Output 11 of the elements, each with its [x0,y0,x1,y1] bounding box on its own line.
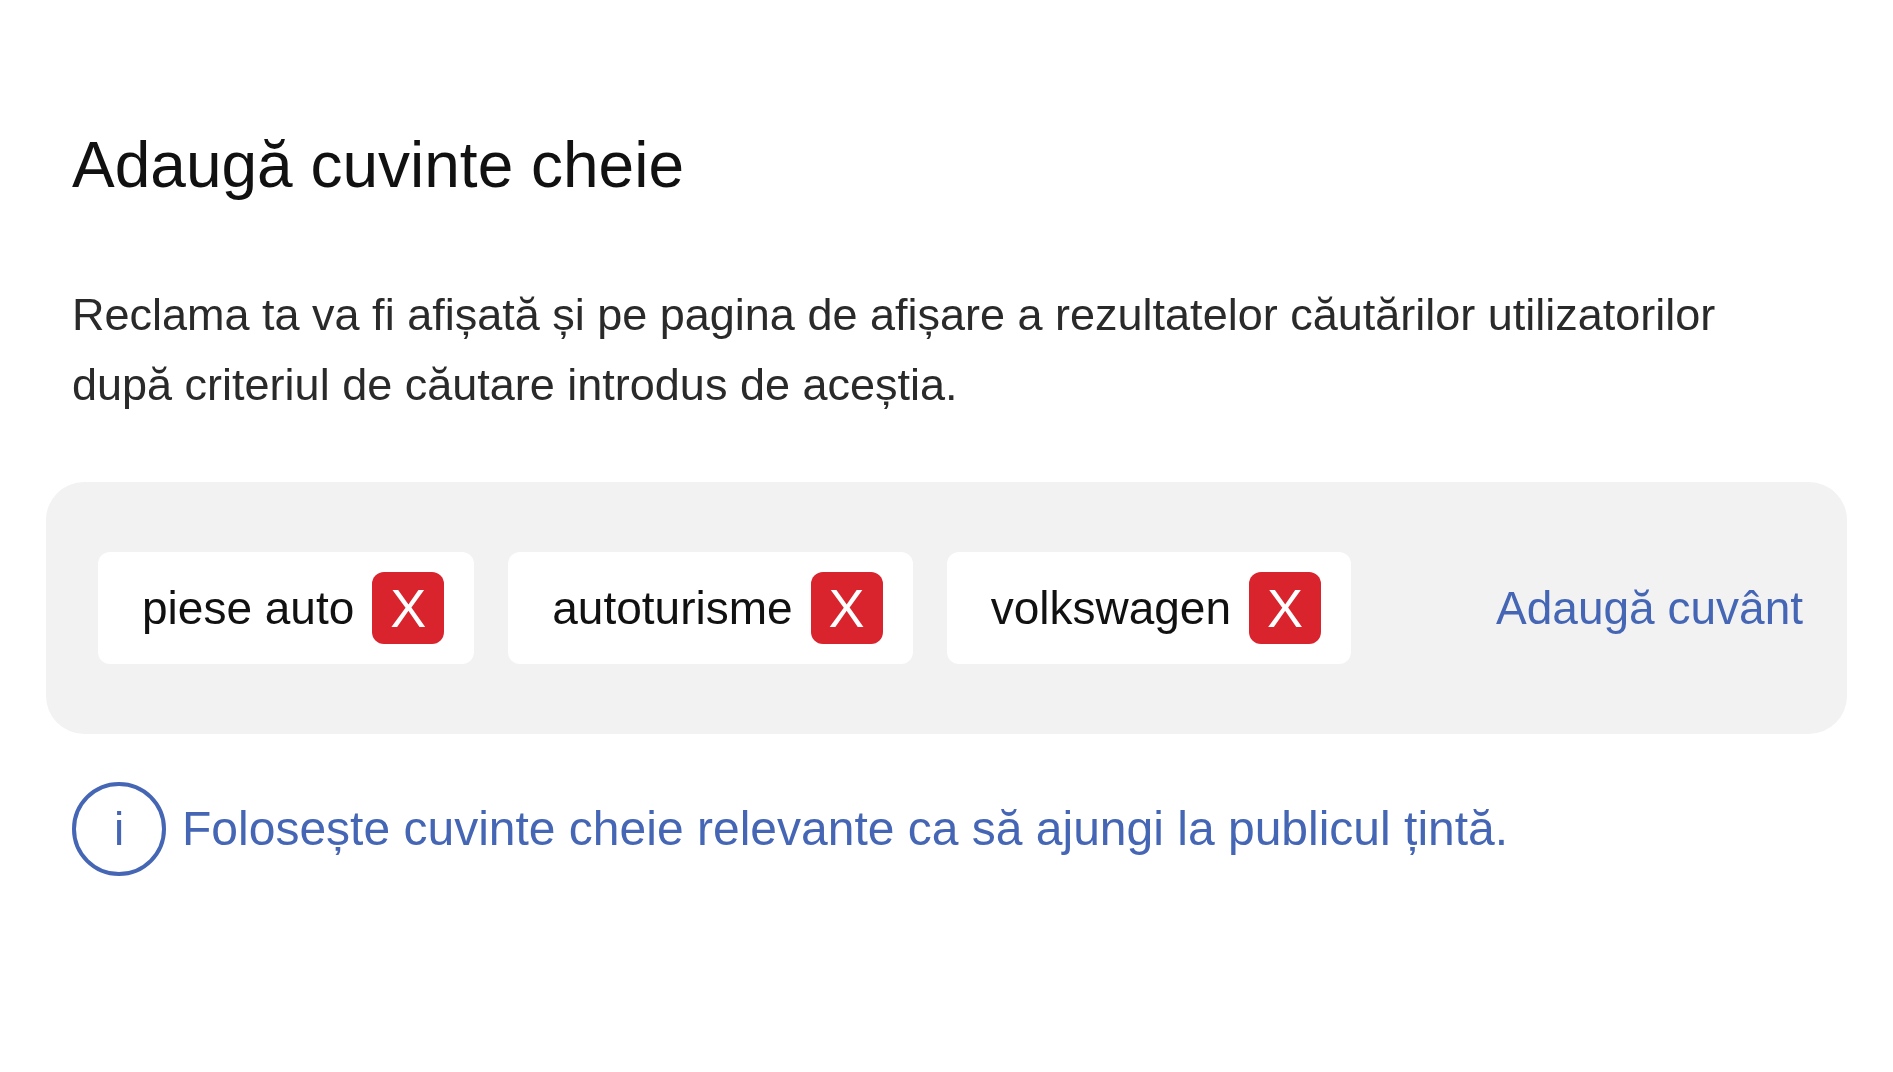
info-icon: i [72,782,166,877]
page-title: Adaugă cuvinte cheie [72,130,685,201]
add-keyword-link[interactable]: Adaugă cuvânt [1496,573,1803,643]
remove-button[interactable]: X [810,572,883,645]
remove-button[interactable]: X [1249,572,1321,645]
description-text: Reclama ta va fi afișată și pe pagina de afișare a rezultatelor căutărilor utilizatorilor după criteriul de căutare introdus de aceștia. [72,288,1717,413]
keyword-label: autoturisme [552,580,793,636]
info-text: Folosește cuvinte cheie relevante ca să ajungi la publicul țintă. [182,801,1509,858]
keyword-label: piese auto [142,580,355,636]
remove-button[interactable]: X [372,572,445,645]
keyword-label: volkswagen [990,580,1231,636]
